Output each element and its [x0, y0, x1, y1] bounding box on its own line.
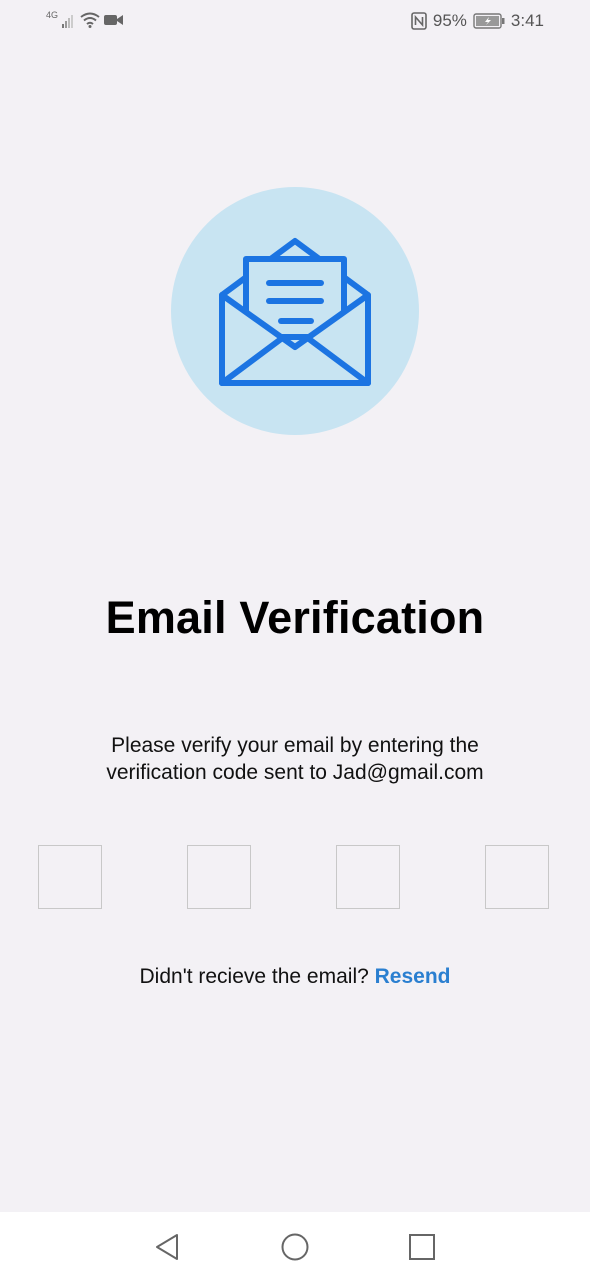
recents-square-icon[interactable]	[407, 1232, 437, 1262]
home-circle-icon[interactable]	[280, 1232, 310, 1262]
verification-instructions: Please verify your email by entering the…	[60, 732, 530, 786]
video-camera-icon	[104, 15, 124, 25]
status-bar: 4G 95% 3:41	[0, 0, 590, 44]
instructions-line-1: Please verify your email by entering the	[111, 734, 479, 757]
status-left: 4G	[46, 10, 124, 28]
code-input-1[interactable]	[38, 845, 102, 909]
signal-icon	[62, 15, 74, 28]
back-triangle-icon[interactable]	[153, 1232, 183, 1262]
wifi-icon	[80, 12, 100, 28]
verification-code-inputs	[38, 845, 552, 911]
page-title: Email Verification	[105, 592, 485, 643]
code-input-3[interactable]	[336, 845, 400, 909]
instructions-line-2: verification code sent to Jad@gmail.com	[106, 761, 484, 784]
battery-percent: 95%	[432, 11, 467, 30]
network-type-label: 4G	[46, 10, 59, 20]
code-input-4[interactable]	[485, 845, 549, 909]
resend-link[interactable]: Resend	[375, 965, 451, 988]
resend-prompt: Didn't recieve the email?	[139, 965, 369, 988]
hero-icon-circle	[171, 187, 419, 435]
clock: 3:41	[510, 11, 544, 30]
resend-row: Didn't recieve the email? Resend	[0, 965, 590, 989]
system-navigation-bar	[0, 1212, 590, 1280]
status-right: 95% 3:41	[411, 11, 544, 31]
battery-icon	[473, 13, 505, 29]
code-input-2[interactable]	[187, 845, 251, 909]
open-envelope-icon	[219, 238, 371, 386]
nfc-icon	[411, 12, 427, 30]
